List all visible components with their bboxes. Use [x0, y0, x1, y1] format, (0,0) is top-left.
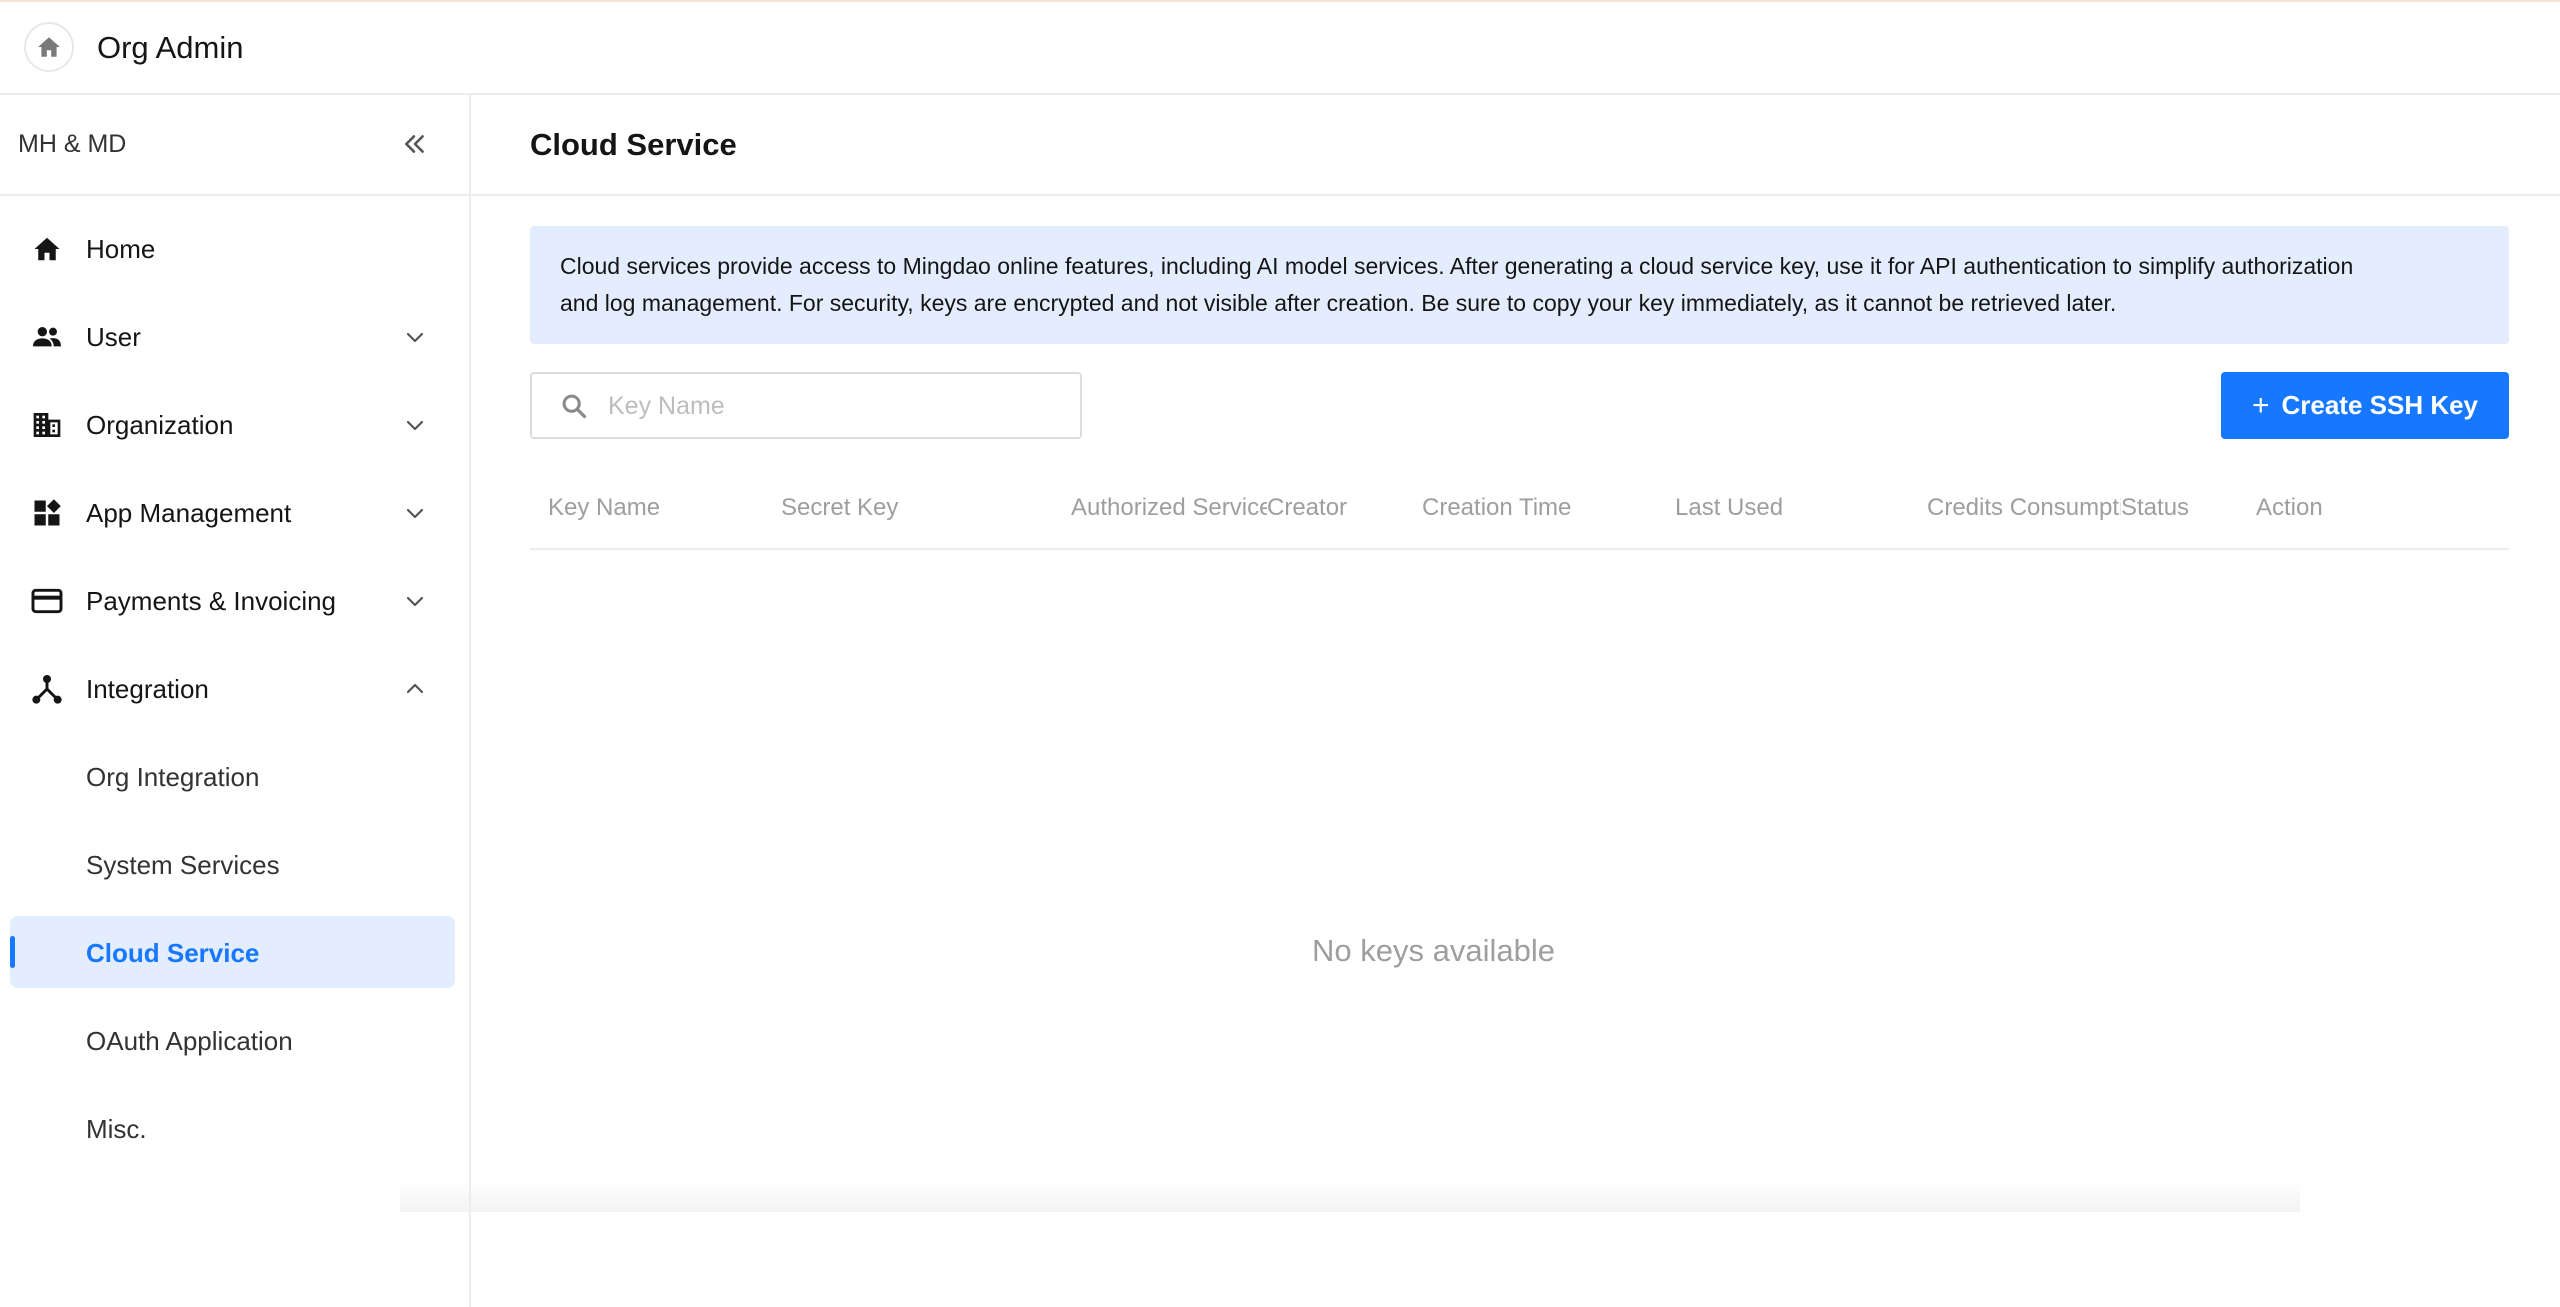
notice-line-1: Cloud services provide access to Mingdao…	[560, 253, 2354, 279]
column-header-status: Status	[2121, 494, 2190, 521]
collapse-sidebar-button[interactable]	[396, 125, 434, 163]
chevron-down-icon	[400, 498, 430, 528]
sidebar-item-label: System Services	[86, 850, 280, 880]
sidebar-subitem-misc[interactable]: Misc.	[10, 1092, 455, 1164]
integration-icon	[31, 673, 63, 705]
sidebar-subitem-org-integration[interactable]: Org Integration	[10, 740, 455, 812]
column-header-key-name: Key Name	[548, 494, 661, 521]
sidebar-subitem-oauth-application[interactable]: OAuth Application	[10, 1004, 455, 1076]
sidebar-item-label: User	[86, 322, 141, 352]
sidebar-item-label: Payments & Invoicing	[86, 586, 337, 616]
sidebar: MH & MD Home User Organization App Manag…	[0, 95, 471, 1307]
home-icon	[31, 233, 63, 265]
column-header-creation-time: Creation Time	[1422, 494, 1572, 521]
sidebar-item-app-management[interactable]: App Management	[10, 476, 455, 548]
search-box	[530, 372, 1082, 439]
apps-icon	[31, 497, 63, 529]
search-input[interactable]	[608, 386, 1058, 426]
sidebar-subitem-system-services[interactable]: System Services	[10, 828, 455, 900]
column-header-secret-key: Secret Key	[781, 494, 899, 521]
sidebar-item-label: Org Integration	[86, 762, 260, 792]
create-ssh-key-button[interactable]: + Create SSH Key	[2221, 372, 2509, 439]
sidebar-item-label: App Management	[86, 498, 292, 528]
chevron-up-icon	[400, 674, 430, 704]
column-header-creator: Creator	[1267, 494, 1348, 521]
bottom-shadow	[400, 1180, 2300, 1212]
sidebar-item-payments-invoicing[interactable]: Payments & Invoicing	[10, 564, 455, 636]
sidebar-item-label: Organization	[86, 410, 234, 440]
sidebar-header: MH & MD	[0, 95, 469, 196]
building-icon	[31, 409, 63, 441]
main-content: Cloud Service Cloud services provide acc…	[471, 95, 2560, 1307]
column-header-authorized-services: Authorized Services	[1071, 494, 1267, 521]
create-button-label: Create SSH Key	[2281, 390, 2479, 420]
app-title: Org Admin	[97, 30, 244, 65]
active-indicator	[10, 936, 15, 968]
home-icon	[38, 37, 60, 57]
sidebar-item-organization[interactable]: Organization	[10, 388, 455, 460]
sidebar-item-label: Cloud Service	[86, 938, 260, 968]
top-header: Org Admin	[0, 0, 2560, 95]
sidebar-item-home[interactable]: Home	[10, 212, 455, 284]
empty-state: No keys available	[1312, 933, 1555, 968]
double-chevron-left-icon	[405, 135, 424, 153]
chevron-down-icon	[400, 410, 430, 440]
column-header-action: Action	[2256, 494, 2323, 521]
plus-icon: +	[2251, 388, 2270, 422]
search-icon	[562, 394, 587, 419]
column-header-credits-consumption: Credits Consumption	[1927, 494, 2121, 521]
sidebar-item-label: Integration	[86, 674, 209, 704]
main-header: Cloud Service	[471, 95, 2560, 196]
sidebar-item-integration[interactable]: Integration	[10, 652, 455, 724]
credit-card-icon	[31, 585, 63, 617]
chevron-down-icon	[400, 322, 430, 352]
company-name: MH & MD	[18, 130, 127, 158]
info-notice: Cloud services provide access to Mingdao…	[530, 226, 2509, 344]
table-header: Key Name Secret Key Authorized Services …	[530, 465, 2509, 550]
sidebar-item-label: Misc.	[86, 1114, 147, 1144]
home-button[interactable]	[24, 22, 74, 72]
chevron-down-icon	[400, 586, 430, 616]
sidebar-item-label: Home	[86, 234, 156, 264]
notice-line-2: and log management. For security, keys a…	[560, 290, 2117, 316]
column-header-last-used: Last Used	[1675, 494, 1784, 521]
sidebar-item-label: OAuth Application	[86, 1026, 293, 1056]
users-icon	[31, 321, 63, 353]
page-title: Cloud Service	[530, 127, 737, 162]
sidebar-item-user[interactable]: User	[10, 300, 455, 372]
